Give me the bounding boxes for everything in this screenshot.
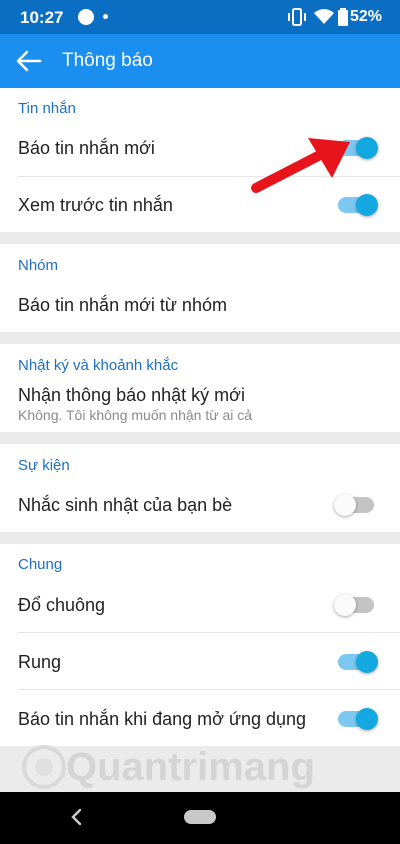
section-title: Tin nhắn	[18, 100, 76, 117]
row-label: Xem trước tin nhắn	[18, 195, 173, 215]
toggle-vibrate[interactable]	[336, 647, 380, 677]
row-label: Rung	[18, 652, 62, 672]
section-title: Sự kiện	[18, 457, 70, 474]
battery-icon	[338, 8, 348, 26]
row-label: Báo tin nhắn mới từ nhóm	[18, 295, 227, 315]
wifi-icon	[314, 9, 334, 24]
divider	[18, 632, 400, 633]
row-label: Nhận thông báo nhật ký mới	[18, 385, 245, 405]
zalo-icon	[78, 9, 94, 25]
status-bar: 10:27 52%	[0, 0, 400, 34]
toggle-in-app-notify[interactable]	[336, 704, 380, 734]
notification-dot-icon	[103, 14, 108, 19]
toggle-knob	[334, 494, 356, 516]
row-sublabel: Không. Tôi không muốn nhận từ ai cả	[18, 407, 253, 423]
toggle-knob	[356, 651, 378, 673]
section-events: Sự kiện Nhắc sinh nhật của bạn bè	[0, 444, 400, 532]
section-general: Chung Đổ chuông Rung Báo tin nhắn khi đa…	[0, 544, 400, 746]
quantrimang-watermark-logo: Quantrimang	[22, 745, 315, 789]
section-title: Chung	[18, 556, 63, 573]
nav-back-icon[interactable]	[70, 808, 84, 826]
row-label: Báo tin nhắn mới	[18, 138, 155, 158]
section-title: Nhật ký và khoảnh khắc	[18, 357, 179, 374]
battery-percent: 52%	[350, 8, 383, 25]
nav-home-pill[interactable]	[184, 810, 216, 824]
watermark-text: Quantrimang	[66, 745, 315, 789]
page-title: Thông báo	[62, 50, 153, 71]
toggle-ringtone[interactable]	[334, 590, 380, 620]
status-time: 10:27	[20, 8, 64, 27]
section-group: Nhóm Báo tin nhắn mới từ nhóm	[0, 244, 400, 332]
app-bar: Thông báo	[0, 34, 400, 88]
arrow-left-icon[interactable]	[14, 47, 44, 75]
toggle-birthday[interactable]	[334, 490, 380, 520]
system-nav-bar	[0, 792, 400, 844]
section-diary: Nhật ký và khoảnh khắc Nhận thông báo nh…	[0, 344, 400, 432]
red-arrow-annotation	[251, 138, 350, 193]
vibrate-icon	[288, 8, 306, 26]
section-title: Nhóm	[18, 257, 59, 274]
row-label: Báo tin nhắn khi đang mở ứng dụng	[18, 709, 307, 729]
row-label: Nhắc sinh nhật của bạn bè	[18, 495, 233, 515]
toggle-knob	[356, 708, 378, 730]
divider	[18, 689, 400, 690]
row-label: Đổ chuông	[18, 595, 106, 615]
toggle-knob	[334, 594, 356, 616]
